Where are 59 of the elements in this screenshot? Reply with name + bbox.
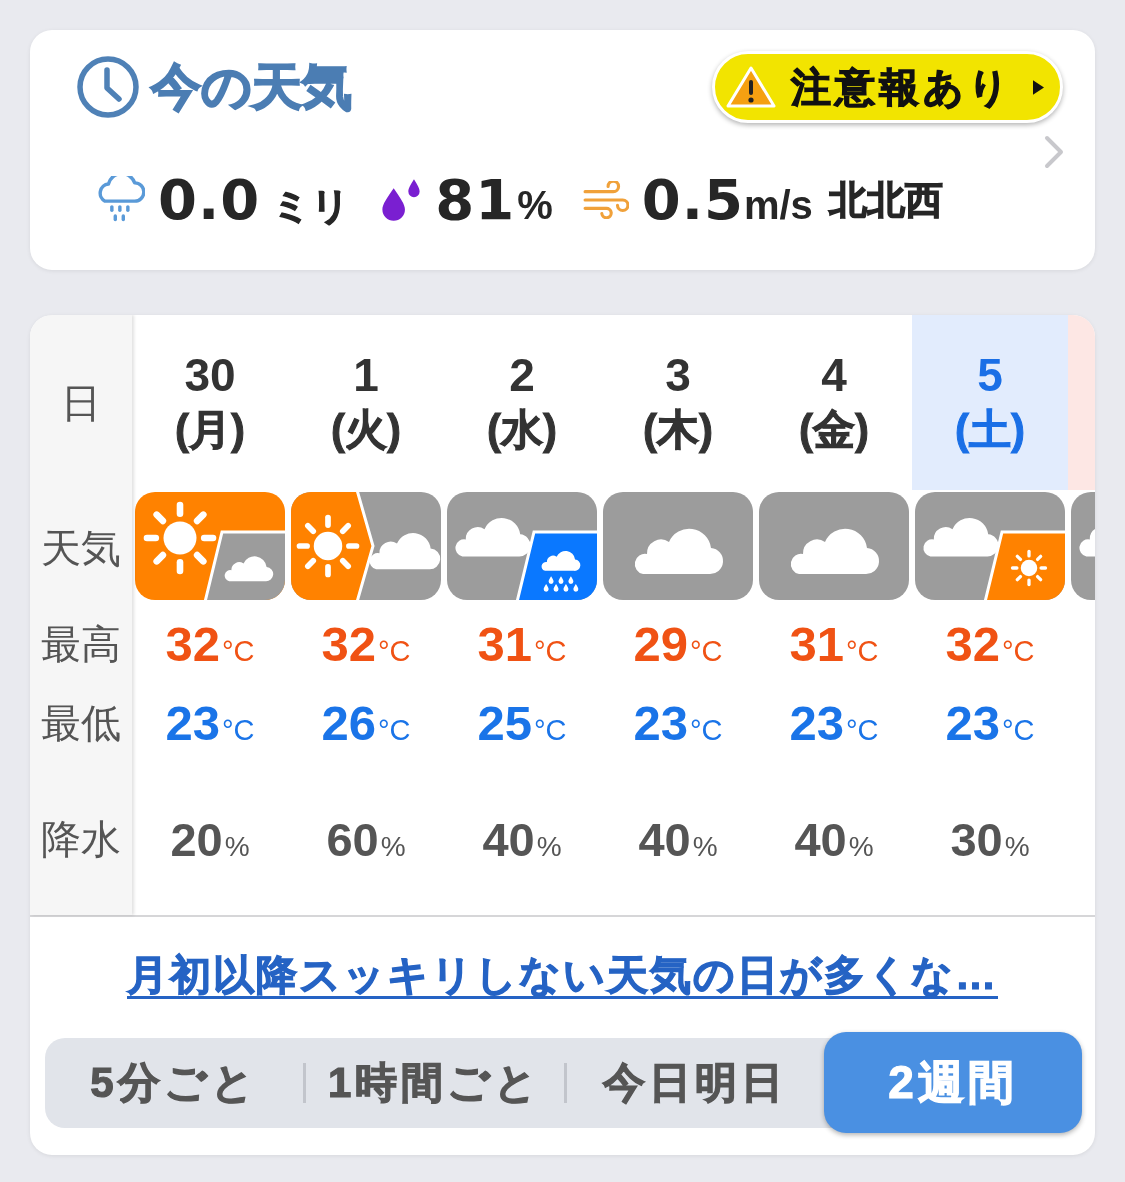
tab[interactable]: 5分ごと xyxy=(45,1038,303,1128)
row-label: 天気 xyxy=(41,527,121,568)
cloud-and-rain-cloud-icon xyxy=(447,492,597,600)
low-temperature: 26°C xyxy=(321,698,411,748)
warning-icon xyxy=(725,64,777,110)
weekday-label: (月) xyxy=(175,404,245,455)
date-number: 30 xyxy=(184,347,236,402)
water-drops-icon xyxy=(380,178,423,222)
precipitation-chance: 40% xyxy=(482,815,562,863)
precipitation-chance: 40% xyxy=(794,815,874,863)
headline-link[interactable]: 月初以降スッキリしない天気の日が多くな… xyxy=(127,951,998,1001)
rain-cloud-icon xyxy=(97,176,145,224)
precipitation-chance: 20% xyxy=(170,815,250,863)
precipitation-chance: 60% xyxy=(326,815,406,863)
sun-and-cloud-icon xyxy=(291,492,441,600)
date-number: 2 xyxy=(509,347,535,402)
cloud-icon xyxy=(603,492,753,600)
high-temperature: 31°C xyxy=(477,619,567,669)
row-label: 最低 xyxy=(41,703,121,743)
section-title: 今の天気 xyxy=(151,62,352,112)
reading-value: 0.5m/s xyxy=(641,172,813,228)
low-temperature: 25°C xyxy=(477,698,567,748)
row-label: 最高 xyxy=(41,624,121,664)
wind-icon xyxy=(582,181,629,219)
low-temperature: 23°C xyxy=(165,698,255,748)
weekday-label: (金) xyxy=(799,404,869,455)
high-temperature: 32°C xyxy=(321,619,411,669)
tab[interactable]: 2週間 xyxy=(824,1032,1082,1133)
high-temperature: 29°C xyxy=(633,619,723,669)
precipitation-chance: 30% xyxy=(950,815,1030,863)
high-temperature: 32°C xyxy=(165,619,255,669)
date-number: 4 xyxy=(821,347,847,402)
cloud-icon xyxy=(759,492,909,600)
row-label: 降水 xyxy=(41,819,121,859)
date-number: 5 xyxy=(977,347,1003,402)
wind-direction: 北北西 xyxy=(828,181,943,219)
row-label: 日 xyxy=(61,382,101,423)
tab[interactable]: 今日明日 xyxy=(566,1038,825,1128)
caret-icon xyxy=(1033,79,1044,95)
cloud-and-sun-icon xyxy=(915,492,1065,600)
low-temperature: 23°C xyxy=(945,698,1035,748)
low-temperature: 23°C xyxy=(633,698,723,748)
weekday-label: (水) xyxy=(487,404,557,455)
high-temperature: 32°C xyxy=(945,619,1035,669)
date-number: 3 xyxy=(665,347,691,402)
weekday-label: (木) xyxy=(643,404,713,455)
weekday-label: (火) xyxy=(331,404,401,455)
clock-icon xyxy=(76,55,140,119)
reading-value: 81% xyxy=(435,172,553,228)
alert-badge[interactable]: 注意報あり xyxy=(712,51,1063,123)
high-temperature: 31°C xyxy=(789,619,879,669)
weekday-label: (土) xyxy=(955,404,1025,455)
low-temperature: 23°C xyxy=(789,698,879,748)
reading-value: 0.0 ミリ xyxy=(158,172,351,228)
chevron-icon[interactable] xyxy=(1043,134,1065,170)
precipitation-chance: 40% xyxy=(638,815,718,863)
sun-and-cloud-icon xyxy=(135,492,285,600)
date-number: 1 xyxy=(353,347,379,402)
tab[interactable]: 1時間ごと xyxy=(305,1038,564,1128)
